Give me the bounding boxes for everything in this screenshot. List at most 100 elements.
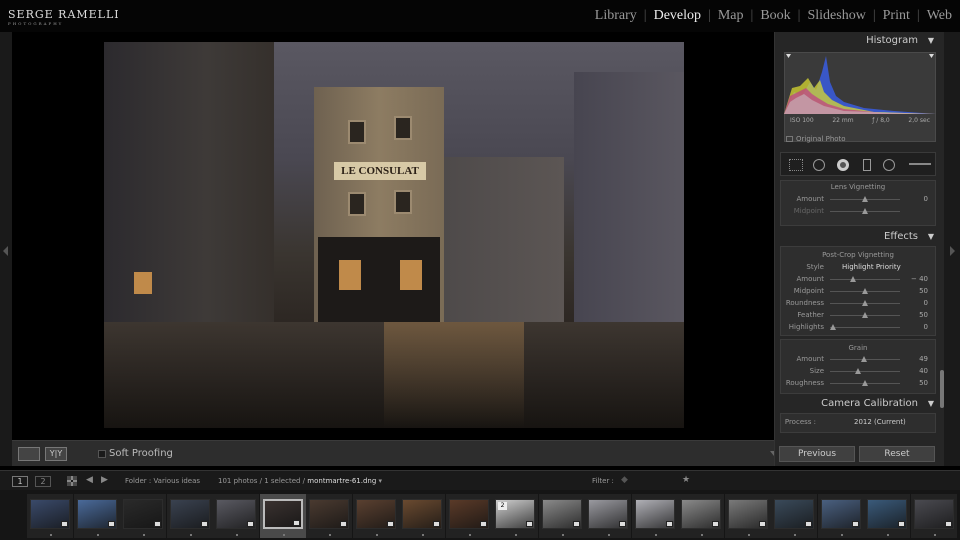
before-after-button[interactable]: Y|Y <box>45 447 67 461</box>
module-map[interactable]: Map <box>718 8 744 24</box>
slider-knob[interactable] <box>855 368 861 374</box>
thumbnail[interactable]: 2 <box>495 499 535 529</box>
slider-knob[interactable] <box>830 324 836 330</box>
forward-arrow-icon[interactable]: ▶ <box>101 475 108 485</box>
thumbnail[interactable] <box>402 499 442 529</box>
thumbnail[interactable] <box>774 499 814 529</box>
graduated-filter-tool-icon[interactable] <box>863 159 871 171</box>
secondary-window-button[interactable]: 2 <box>35 476 51 487</box>
thumbnail[interactable] <box>588 499 628 529</box>
module-slideshow[interactable]: Slideshow <box>807 8 865 24</box>
source-folder-label[interactable]: Folder : Various ideas <box>125 477 200 485</box>
spot-removal-tool-icon[interactable] <box>813 159 825 171</box>
effects-feather-slider[interactable]: Feather 50 <box>782 311 932 321</box>
slider-knob[interactable] <box>862 208 868 214</box>
slider-track[interactable] <box>830 327 900 328</box>
thumbnail[interactable] <box>728 499 768 529</box>
previous-button[interactable]: Previous <box>779 446 855 462</box>
thumbnail[interactable] <box>681 499 721 529</box>
module-web[interactable]: Web <box>927 8 952 24</box>
panel-scrollbar[interactable] <box>940 370 944 408</box>
slider-value[interactable]: − 40 <box>906 275 928 283</box>
thumbnail[interactable] <box>449 499 489 529</box>
grain-amount-slider[interactable]: Amount 49 <box>782 355 932 365</box>
back-arrow-icon[interactable]: ◀ <box>86 475 93 485</box>
photo-count-label[interactable]: 101 photos / 1 selected / montmartre-61.… <box>218 477 382 485</box>
module-develop[interactable]: Develop <box>654 8 701 24</box>
thumbnail-dot <box>50 534 52 536</box>
develop-settings-badge-icon <box>247 521 254 527</box>
grain-title: Grain <box>848 344 868 352</box>
expand-right-panel-icon[interactable] <box>950 246 955 256</box>
filmstrip[interactable]: 2 <box>0 490 960 540</box>
lens-midpoint-slider[interactable]: Midpoint <box>782 207 932 217</box>
histogram-header[interactable]: Histogram ▼ <box>776 34 942 48</box>
slider-value[interactable]: 50 <box>906 379 928 387</box>
slider-knob[interactable] <box>862 196 868 202</box>
module-library[interactable]: Library <box>595 8 637 24</box>
thumbnail[interactable] <box>914 499 954 529</box>
camera-calibration-header[interactable]: Camera Calibration ▼ <box>776 397 942 411</box>
slider-knob[interactable] <box>862 300 868 306</box>
histogram-title: Histogram <box>866 35 918 46</box>
slider-value[interactable]: 50 <box>906 311 928 319</box>
adjustment-brush-tool-icon[interactable] <box>909 163 931 165</box>
reset-button[interactable]: Reset <box>859 446 935 462</box>
slider-track[interactable] <box>830 371 900 372</box>
slider-knob[interactable] <box>862 288 868 294</box>
grid-view-icon[interactable] <box>67 476 77 486</box>
histogram-graph[interactable] <box>784 52 936 116</box>
collapse-icon[interactable]: ▼ <box>928 397 934 411</box>
thumbnail-selected[interactable] <box>263 499 303 529</box>
grain-roughness-slider[interactable]: Roughness 50 <box>782 379 932 389</box>
thumbnail[interactable] <box>542 499 582 529</box>
slider-knob[interactable] <box>862 380 868 386</box>
thumbnail[interactable] <box>821 499 861 529</box>
effects-roundness-slider[interactable]: Roundness 0 <box>782 299 932 309</box>
soft-proofing-checkbox[interactable] <box>98 450 106 458</box>
radial-filter-tool-icon[interactable] <box>883 159 895 171</box>
stack-count-badge[interactable]: 2 <box>498 502 507 510</box>
thumbnail[interactable] <box>356 499 396 529</box>
lens-amount-slider[interactable]: Amount 0 <box>782 195 932 205</box>
slider-value[interactable]: 0 <box>906 299 928 307</box>
photo-preview[interactable]: LE CONSULAT <box>104 42 684 428</box>
effects-header[interactable]: Effects ▼ <box>776 230 942 244</box>
filter-flag-icon[interactable]: ◆ <box>621 475 628 485</box>
thumbnail[interactable] <box>216 499 256 529</box>
effects-highlights-slider[interactable]: Highlights 0 <box>782 323 932 333</box>
filter-star-icon[interactable]: ★ <box>682 475 690 485</box>
loupe-view-button[interactable] <box>18 447 40 461</box>
thumbnail[interactable] <box>635 499 675 529</box>
collapse-icon[interactable]: ▼ <box>928 230 934 244</box>
thumbnail[interactable] <box>170 499 210 529</box>
thumbnail[interactable] <box>867 499 907 529</box>
thumbnail[interactable] <box>123 499 163 529</box>
thumbnail[interactable] <box>77 499 117 529</box>
module-print[interactable]: Print <box>883 8 910 24</box>
slider-value[interactable]: 50 <box>906 287 928 295</box>
checkbox-icon[interactable] <box>786 136 793 142</box>
slider-knob[interactable] <box>861 356 867 362</box>
main-window-button[interactable]: 1 <box>12 476 28 487</box>
thumbnail[interactable] <box>309 499 349 529</box>
grain-size-slider[interactable]: Size 40 <box>782 367 932 377</box>
module-book[interactable]: Book <box>760 8 790 24</box>
original-photo-toggle[interactable]: Original Photo <box>786 135 846 143</box>
process-version-dropdown[interactable]: 2012 (Current) <box>854 418 906 426</box>
slider-knob[interactable] <box>850 276 856 282</box>
slider-value[interactable]: 49 <box>906 355 928 363</box>
effects-amount-slider[interactable]: Amount − 40 <box>782 275 932 285</box>
effects-midpoint-slider[interactable]: Midpoint 50 <box>782 287 932 297</box>
expand-left-panel-icon[interactable] <box>3 246 8 256</box>
slider-track[interactable] <box>830 279 900 280</box>
crop-tool-icon[interactable] <box>789 159 803 171</box>
slider-knob[interactable] <box>862 312 868 318</box>
slider-value[interactable]: 0 <box>906 323 928 331</box>
vignette-style-dropdown[interactable]: Highlight Priority <box>842 263 901 271</box>
thumbnail[interactable] <box>30 499 70 529</box>
collapse-icon[interactable]: ▼ <box>928 34 934 48</box>
red-eye-tool-icon[interactable] <box>837 159 849 171</box>
slider-value[interactable]: 40 <box>906 367 928 375</box>
slider-value[interactable]: 0 <box>906 195 928 203</box>
